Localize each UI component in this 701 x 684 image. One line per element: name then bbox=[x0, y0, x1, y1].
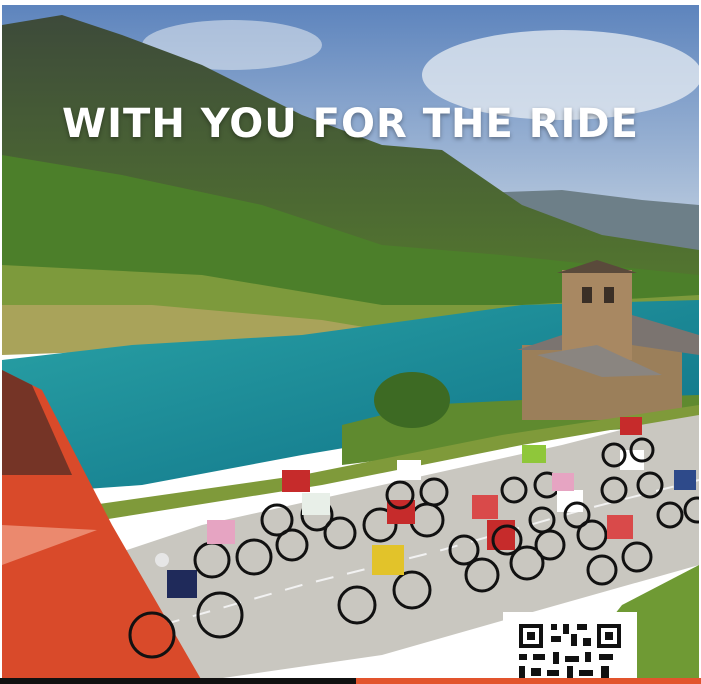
qr-code-panel[interactable] bbox=[503, 612, 637, 684]
bottom-strip bbox=[0, 678, 701, 684]
ad-poster: WITH YOU FOR THE RIDE bbox=[2, 5, 699, 681]
qr-code-icon bbox=[511, 620, 629, 684]
headline: WITH YOU FOR THE RIDE bbox=[62, 101, 639, 147]
bottom-accent-bar bbox=[356, 678, 701, 684]
